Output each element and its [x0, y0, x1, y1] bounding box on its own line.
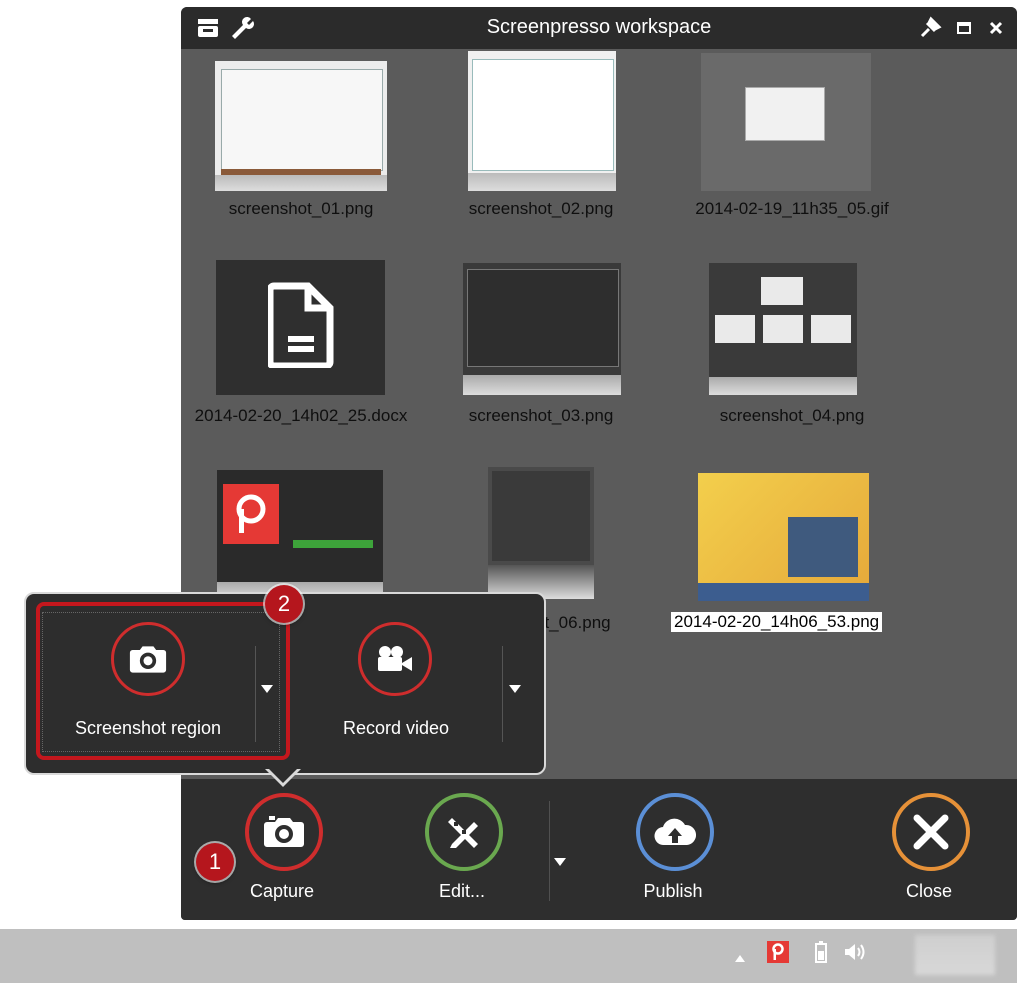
file-name[interactable]: screenshot_03.png [421, 406, 661, 426]
thumbnail-screenshot-04[interactable] [709, 263, 857, 395]
file-name[interactable]: screenshot_02.png [421, 199, 661, 219]
maximize-icon[interactable] [951, 15, 977, 41]
file-name[interactable]: 2014-02-19_11h35_05.gif [662, 199, 922, 219]
file-name[interactable]: screenshot_01.png [181, 199, 421, 219]
capture-label: Capture [249, 881, 315, 901]
popup-pointer-inner [267, 767, 299, 783]
cloud-upload-icon [636, 793, 714, 871]
video-dropdown-arrow-icon[interactable] [509, 680, 521, 698]
speaker-icon[interactable] [843, 941, 867, 968]
capture-button[interactable]: Capture [220, 793, 350, 913]
thumbnail-screenshot-07[interactable] [698, 473, 869, 601]
thumbnail-gif[interactable] [701, 53, 871, 191]
step-badge-2: 2 [265, 585, 303, 623]
close-button[interactable]: Close [867, 793, 997, 913]
edit-dropdown-arrow-icon[interactable] [554, 853, 566, 871]
battery-icon[interactable] [815, 941, 827, 968]
thumbnail-screenshot-02[interactable] [468, 51, 616, 191]
record-video-button[interactable]: Record video [296, 602, 496, 754]
tray-expand-icon[interactable] [735, 949, 745, 967]
file-name-selected[interactable]: 2014-02-20_14h06_53.png [671, 612, 883, 632]
taskbar [0, 929, 1017, 983]
thumbnail-screenshot-01[interactable] [215, 61, 387, 191]
file-name[interactable]: screenshot_04.png [662, 406, 922, 426]
workspace-window: Screenpresso workspace screenshot_01.png… [181, 7, 1017, 920]
screenpresso-logo-icon [223, 484, 279, 544]
publish-button[interactable]: Publish [611, 793, 741, 913]
step-badge-1: 1 [196, 843, 234, 881]
thumbnail-screenshot-03[interactable] [463, 263, 621, 395]
window-title: Screenpresso workspace [486, 16, 712, 38]
edit-button[interactable]: Edit... [400, 793, 530, 913]
divider [549, 801, 550, 901]
record-video-label: Record video [342, 718, 450, 738]
title-bar[interactable]: Screenpresso workspace [181, 7, 1017, 49]
close-icon[interactable] [983, 15, 1009, 41]
screenpresso-tray-icon[interactable] [767, 941, 789, 963]
bottom-toolbar: Capture Edit... Publish Close [181, 779, 1017, 920]
edit-label: Edit... [438, 881, 486, 901]
pin-icon[interactable] [917, 15, 943, 41]
thumbnail-docx[interactable] [216, 260, 385, 395]
file-name[interactable]: 2014-02-20_14h02_25.docx [181, 406, 421, 426]
clock-blurred[interactable] [915, 935, 995, 975]
publish-label: Publish [643, 881, 703, 901]
thumbnail-screenshot-05[interactable] [217, 470, 383, 600]
close-label: Close [905, 881, 953, 901]
x-icon [892, 793, 970, 871]
camera-icon [245, 793, 323, 871]
video-camera-icon [358, 622, 432, 696]
thumbnail-screenshot-06[interactable] [488, 467, 594, 599]
edit-tools-icon [425, 793, 503, 871]
highlight-box [36, 602, 290, 760]
